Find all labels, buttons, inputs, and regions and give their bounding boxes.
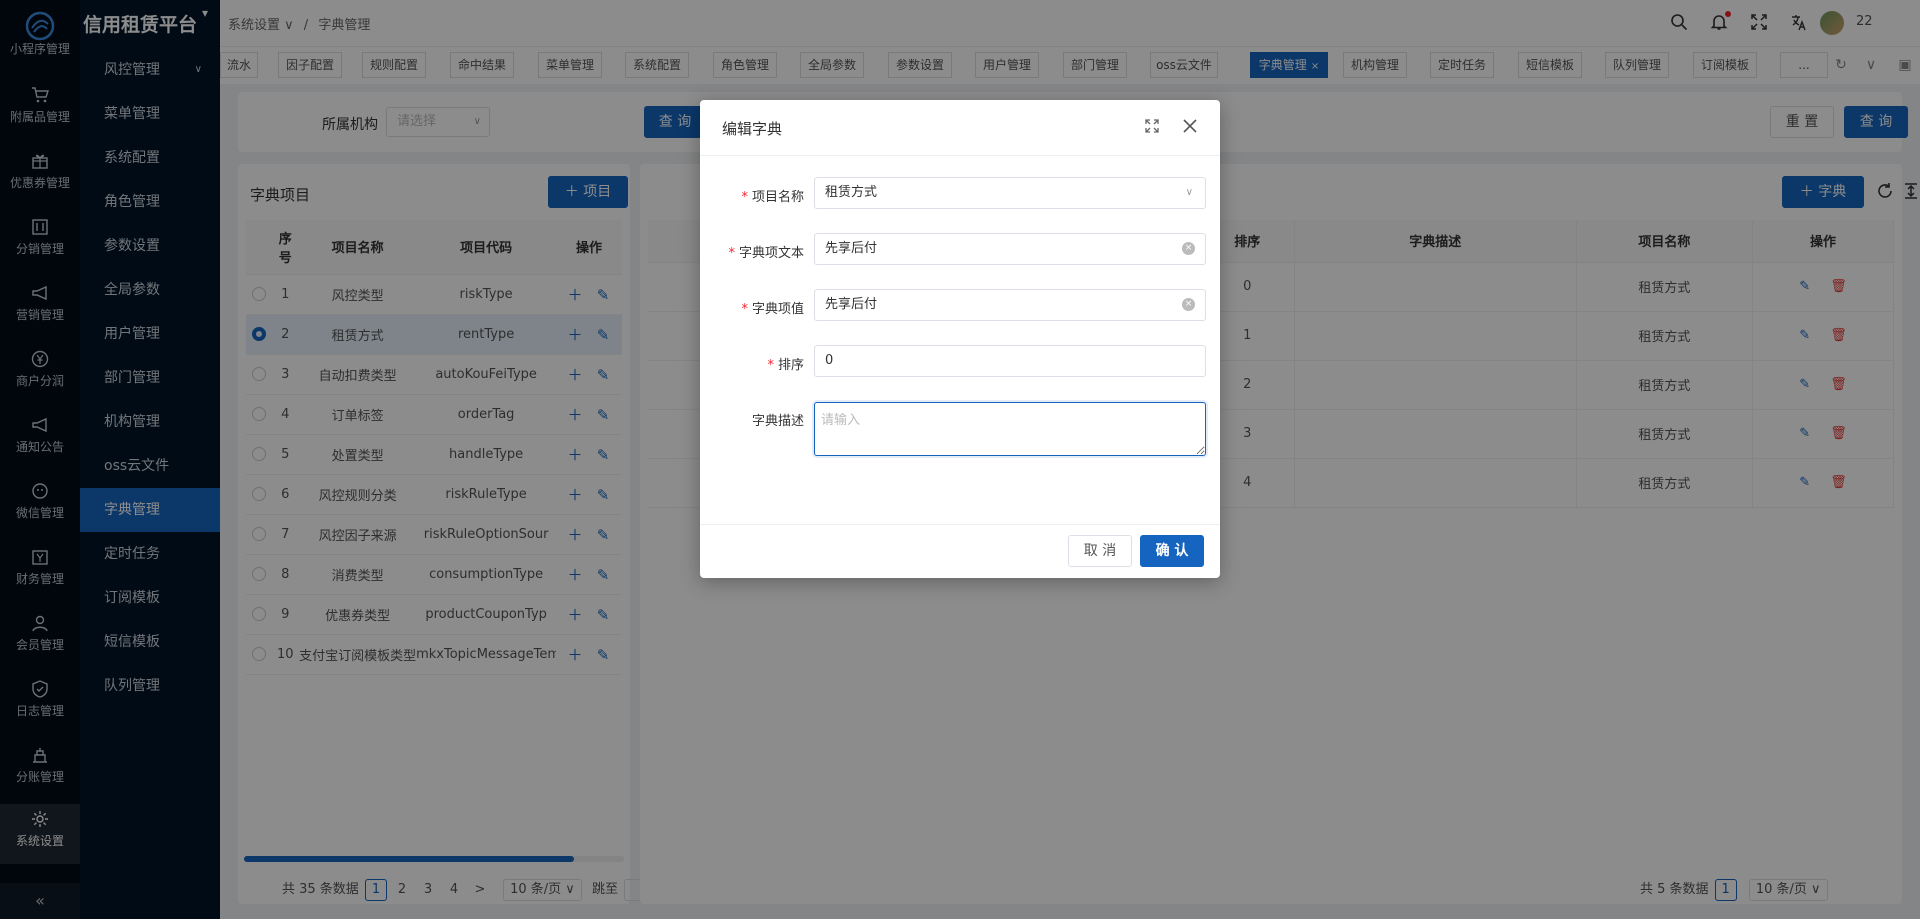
close-icon[interactable]: [1182, 118, 1200, 136]
required-mark: *: [741, 190, 748, 205]
edit-dict-modal: 编辑字典 * 项目名称 租赁方式 ∨ * 字典项文本 先享后付 × * 字典项值 先享后付…: [700, 100, 1220, 578]
sort-label: * 排序: [767, 358, 804, 373]
desc-label: 字典描述: [751, 414, 804, 429]
item-value-label: * 字典项值: [741, 302, 804, 317]
required-mark: *: [741, 302, 748, 317]
project-name-select[interactable]: 租赁方式 ∨: [814, 177, 1206, 209]
project-name-label: * 项目名称: [741, 190, 804, 205]
sort-input[interactable]: 0: [814, 345, 1206, 377]
maximize-icon[interactable]: [1144, 118, 1162, 136]
clear-icon[interactable]: ×: [1182, 242, 1195, 255]
required-mark: *: [728, 246, 735, 261]
item-text-input[interactable]: 先享后付 ×: [814, 233, 1206, 265]
modal-footer: 取 消 确 认: [700, 524, 1220, 578]
item-value-input[interactable]: 先享后付 ×: [814, 289, 1206, 321]
sort-value: 0: [825, 353, 834, 368]
clear-icon[interactable]: ×: [1182, 298, 1195, 311]
item-text-label: * 字典项文本: [728, 246, 804, 261]
confirm-button[interactable]: 确 认: [1140, 535, 1204, 567]
cancel-button[interactable]: 取 消: [1068, 535, 1132, 567]
required-mark: *: [767, 358, 774, 373]
item-text-value: 先享后付: [825, 241, 878, 256]
modal-header: 编辑字典: [700, 100, 1220, 156]
project-name-value: 租赁方式: [825, 185, 878, 200]
chevron-down-icon: ∨: [1185, 187, 1193, 198]
item-value-value: 先享后付: [825, 297, 878, 312]
modal-title: 编辑字典: [722, 120, 783, 138]
desc-textarea[interactable]: [814, 402, 1206, 456]
